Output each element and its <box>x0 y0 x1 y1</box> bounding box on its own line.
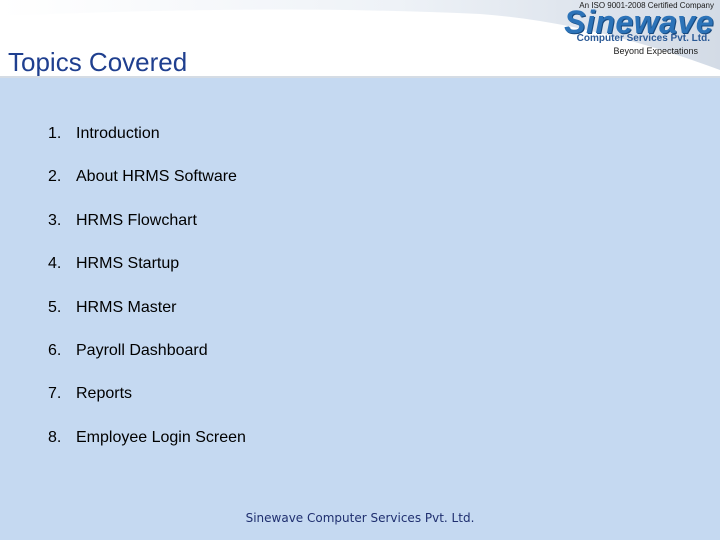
page-title: Topics Covered <box>8 47 188 77</box>
topic-number: 5. <box>48 298 62 316</box>
topic-label: About HRMS Software <box>76 168 237 186</box>
logo-company-name: Computer Services Pvt. Ltd. <box>576 33 710 44</box>
list-item: 1. Introduction <box>48 124 246 167</box>
topic-label: Payroll Dashboard <box>76 341 208 359</box>
topic-list: 1. Introduction 2. About HRMS Software 3. H… <box>48 124 246 471</box>
topic-label: Employee Login Screen <box>76 428 246 446</box>
topic-number: 6. <box>48 341 62 359</box>
topic-label: HRMS Master <box>76 298 177 316</box>
logo-tagline: Beyond Expectations <box>613 46 698 56</box>
slide-content: 1. Introduction 2. About HRMS Software 3. H… <box>0 78 720 540</box>
topic-number: 7. <box>48 385 62 403</box>
topic-label: HRMS Flowchart <box>76 211 197 229</box>
list-item: 2. About HRMS Software <box>48 167 246 210</box>
topic-number: 1. <box>48 125 62 142</box>
list-item: 6. Payroll Dashboard <box>48 341 246 384</box>
topic-number: 2. <box>48 168 62 186</box>
topic-number: 3. <box>48 211 62 229</box>
list-item: 7. Reports <box>48 384 246 427</box>
slide-footer: Sinewave Computer Services Pvt. Ltd. <box>245 511 475 525</box>
topic-label: Introduction <box>76 125 160 142</box>
list-item: 4. HRMS Startup <box>48 254 246 297</box>
topic-number: 4. <box>48 255 62 273</box>
topic-label: HRMS Startup <box>76 255 180 273</box>
company-logo: An ISO 9001-2008 Certified Company Sinew… <box>550 0 716 62</box>
list-item: 3. HRMS Flowchart <box>48 211 246 254</box>
topic-label: Reports <box>76 385 133 403</box>
list-item: 5. HRMS Master <box>48 298 246 341</box>
slide-header: Topics Covered An ISO 9001-2008 Certifie… <box>0 0 720 78</box>
topic-number: 8. <box>48 428 62 446</box>
list-item: 8. Employee Login Screen <box>48 428 246 471</box>
